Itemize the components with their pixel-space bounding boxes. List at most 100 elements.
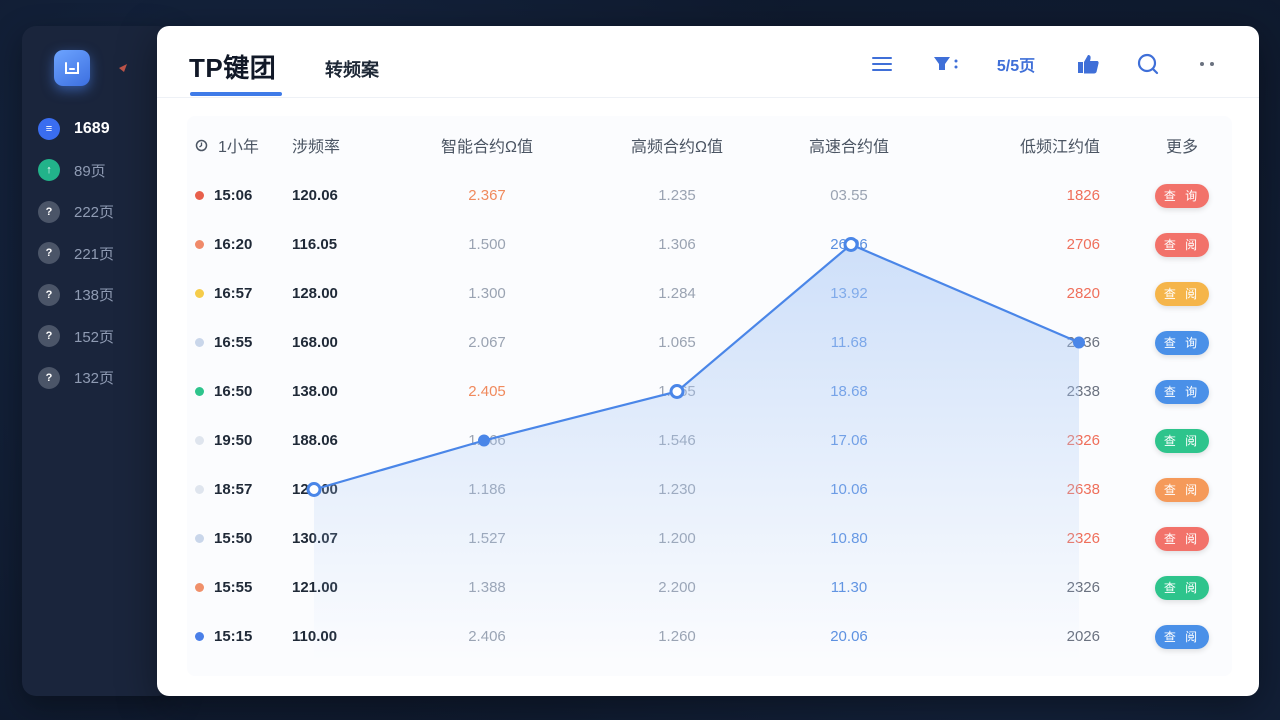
sidebar-item-label: 1689 <box>74 119 110 137</box>
cell-col-b: 1.230 <box>658 481 696 498</box>
cell-rate: 138.00 <box>292 383 338 400</box>
action-pill[interactable]: 查 阅 <box>1155 281 1209 306</box>
main-panel: TP键团 转频案 5/5页 1小年 涉频率 智能合约Ω值 高频合约Ω值 高速合约… <box>157 26 1259 696</box>
cell-time: 15:15 <box>195 612 252 661</box>
sidebar-item-label: 221页 <box>74 245 115 263</box>
action-pill[interactable]: 查 阅 <box>1155 428 1209 453</box>
menu-button[interactable] <box>869 50 895 78</box>
filter-button[interactable] <box>929 50 963 78</box>
time-value: 15:55 <box>214 579 253 596</box>
cell-col-a: 1.366 <box>468 432 506 449</box>
header-time[interactable]: 1小年 <box>195 126 259 164</box>
like-button[interactable] <box>1075 50 1101 78</box>
cell-more: 查 阅 <box>1127 612 1237 661</box>
header-col-d[interactable]: 低频江约值 <box>987 126 1100 164</box>
cell-more: 查 阅 <box>1127 269 1237 318</box>
nav-item-icon: ? <box>38 366 60 389</box>
cell-time: 19:50 <box>195 416 252 465</box>
cell-time: 16:20 <box>195 220 252 269</box>
cell-time: 15:06 <box>195 171 252 220</box>
sidebar-item-5[interactable]: ? 152页 <box>38 316 168 358</box>
sidebar-item-3[interactable]: ? 221页 <box>38 233 168 275</box>
cell-more: 查 询 <box>1127 318 1237 367</box>
sidebar-item-6[interactable]: ? 132页 <box>38 357 168 399</box>
table-row[interactable]: 15:06 120.06 2.367 1.235 03.55 1826 查 询 <box>187 171 1232 220</box>
cell-col-d: 2706 <box>1066 236 1100 253</box>
cell-col-a: 1.500 <box>468 236 506 253</box>
action-pill[interactable]: 查 阅 <box>1155 232 1209 257</box>
status-dot <box>195 436 204 445</box>
header-col-c[interactable]: 高速合约值 <box>759 126 939 164</box>
table-row[interactable]: 15:50 130.07 1.527 1.200 10.80 2326 查 阅 <box>187 514 1232 563</box>
cell-col-a: 1.186 <box>468 481 506 498</box>
action-pill[interactable]: 查 阅 <box>1155 575 1209 600</box>
table-row[interactable]: 18:57 128.00 1.186 1.230 10.06 2638 查 阅 <box>187 465 1232 514</box>
status-dot <box>195 387 204 396</box>
clock-icon <box>195 139 208 151</box>
sidebar-item-label: 89页 <box>74 162 106 180</box>
cell-col-b: 1.465 <box>658 383 696 400</box>
cell-col-a: 1.300 <box>468 285 506 302</box>
cell-more: 查 阅 <box>1127 514 1237 563</box>
action-pill[interactable]: 查 询 <box>1155 183 1209 208</box>
cell-col-c: 11.30 <box>830 579 868 596</box>
status-dot <box>195 485 204 494</box>
action-pill[interactable]: 查 阅 <box>1155 624 1209 649</box>
cell-col-a: 2.367 <box>468 187 506 204</box>
action-pill[interactable]: 查 阅 <box>1155 477 1209 502</box>
sidebar-item-2[interactable]: ? 222页 <box>38 191 168 233</box>
action-pill[interactable]: 查 阅 <box>1155 526 1209 551</box>
cell-rate: 128.00 <box>292 481 338 498</box>
search-button[interactable] <box>1135 50 1161 78</box>
data-table: 1小年 涉频率 智能合约Ω值 高频合约Ω值 高速合约值 低频江约值 更多 15:… <box>187 116 1232 676</box>
table-row[interactable]: 16:50 138.00 2.405 1.465 18.68 2338 查 询 <box>187 367 1232 416</box>
sidebar-item-4[interactable]: ? 138页 <box>38 274 168 316</box>
cell-more: 查 阅 <box>1127 465 1237 514</box>
app-logo[interactable] <box>54 50 90 86</box>
table-row[interactable]: 19:50 188.06 1.366 1.546 17.06 2326 查 阅 <box>187 416 1232 465</box>
tab-secondary[interactable]: 转频案 <box>325 56 379 82</box>
table-row[interactable]: 16:57 128.00 1.300 1.284 13.92 2820 查 阅 <box>187 269 1232 318</box>
table-row[interactable]: 15:15 110.00 2.406 1.260 20.06 2026 查 阅 <box>187 612 1232 661</box>
cell-col-b: 1.200 <box>658 530 696 547</box>
cell-col-d: 2326 <box>1066 530 1100 547</box>
cell-col-a: 2.067 <box>468 334 506 351</box>
cell-col-d: 2326 <box>1066 579 1100 596</box>
cell-col-d: 2026 <box>1066 628 1100 645</box>
action-pill[interactable]: 查 询 <box>1155 330 1209 355</box>
menu-icon <box>872 57 892 71</box>
header-col-b[interactable]: 高频合约Ω值 <box>587 126 767 164</box>
nav-item-icon: ? <box>38 242 60 265</box>
cell-time: 16:57 <box>195 269 252 318</box>
table-row[interactable]: 16:55 168.00 2.067 1.065 11.68 2236 查 询 <box>187 318 1232 367</box>
sidebar-nav: ≡ 1689 ↑ 89页? 222页? 221页 ? 138页? 152页? 132页 <box>38 108 168 399</box>
table-row[interactable]: 15:55 121.00 1.388 2.200 11.30 2326 查 阅 <box>187 563 1232 612</box>
status-dot <box>195 534 204 543</box>
cell-col-d: 2236 <box>1066 334 1100 351</box>
header-more[interactable]: 更多 <box>1127 126 1237 164</box>
header-col-a[interactable]: 智能合约Ω值 <box>397 126 577 164</box>
action-pill[interactable]: 查 询 <box>1155 379 1209 404</box>
nav-item-icon: ? <box>38 200 60 223</box>
brand-tab[interactable]: TP键团 <box>189 48 276 85</box>
header-rate[interactable]: 涉频率 <box>292 126 340 164</box>
more-dots-icon <box>1200 62 1214 66</box>
search-icon <box>1137 53 1159 75</box>
sidebar-item-1[interactable]: ↑ 89页 <box>38 150 168 192</box>
status-dot <box>195 583 204 592</box>
more-button[interactable] <box>1195 50 1219 78</box>
cell-col-a: 1.388 <box>468 579 506 596</box>
cell-col-c: 20.06 <box>830 628 868 645</box>
cell-rate: 128.00 <box>292 285 338 302</box>
status-dot <box>195 338 204 347</box>
time-value: 16:20 <box>214 236 253 253</box>
cell-col-a: 2.406 <box>468 628 506 645</box>
cell-col-d: 1826 <box>1066 187 1100 204</box>
cell-rate: 188.06 <box>292 432 338 449</box>
cell-col-c: 10.06 <box>830 481 868 498</box>
status-dot <box>195 191 204 200</box>
page-indicator[interactable]: 5/5页 <box>991 50 1041 78</box>
sidebar-item-0[interactable]: ≡ 1689 <box>38 108 168 150</box>
table-row[interactable]: 16:20 116.05 1.500 1.306 26.06 2706 查 阅 <box>187 220 1232 269</box>
cell-more: 查 阅 <box>1127 220 1237 269</box>
